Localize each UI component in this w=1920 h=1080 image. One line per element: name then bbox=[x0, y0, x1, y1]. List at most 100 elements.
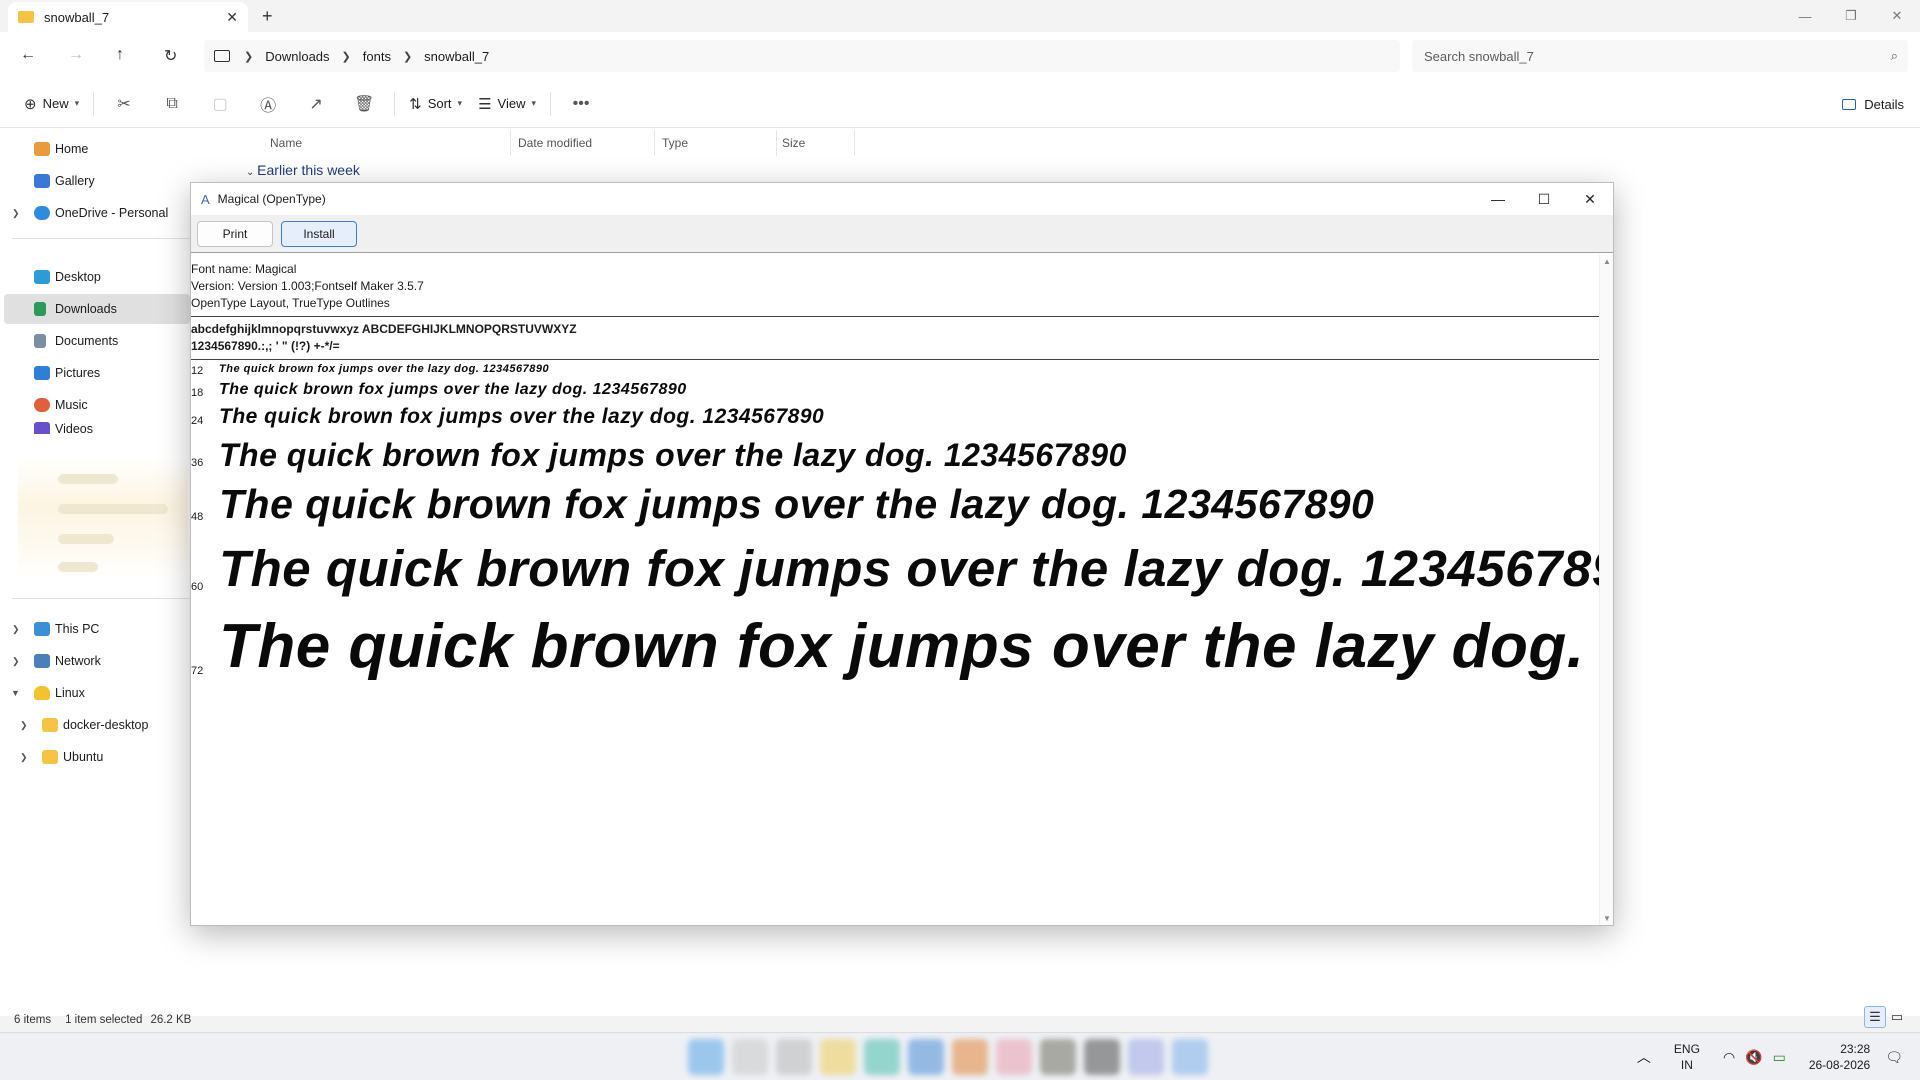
rename-button[interactable]: Ⓐ bbox=[244, 88, 292, 120]
view-button[interactable]: ☰ View ▾ bbox=[470, 88, 544, 120]
view-label: View bbox=[497, 96, 526, 111]
desktop-icon bbox=[34, 270, 50, 284]
close-window-button[interactable]: ✕ bbox=[1874, 0, 1920, 32]
sidebar-item-gallery[interactable]: Gallery bbox=[0, 166, 190, 196]
up-button[interactable]: ↑ bbox=[116, 46, 124, 64]
column-header-name[interactable]: Name bbox=[270, 132, 302, 154]
speaker-muted-icon[interactable]: 🔇 bbox=[1745, 1049, 1762, 1066]
maximize-button[interactable]: ☐ bbox=[1521, 183, 1567, 215]
region-code: IN bbox=[1680, 1058, 1693, 1072]
folder-icon[interactable] bbox=[820, 1039, 856, 1075]
font-viewer-window-controls: — ☐ ✕ bbox=[1475, 183, 1613, 215]
sidebar-item-pictures[interactable]: Pictures bbox=[0, 358, 190, 388]
app-icon[interactable] bbox=[996, 1039, 1032, 1075]
column-header-type[interactable]: Type bbox=[662, 132, 688, 154]
print-button[interactable]: Print bbox=[197, 221, 273, 247]
scroll-down-icon[interactable]: ▼ bbox=[1603, 914, 1611, 923]
chevron-right-icon: ❯ bbox=[341, 50, 351, 63]
start-icon[interactable] bbox=[688, 1039, 724, 1075]
sidebar-item-downloads[interactable]: Downloads bbox=[4, 294, 190, 324]
battery-icon[interactable]: ▭ bbox=[1773, 1049, 1786, 1066]
new-button[interactable]: ⊕ New ▾ bbox=[16, 88, 87, 120]
app-icon[interactable] bbox=[864, 1039, 900, 1075]
sample-text: The quick brown fox jumps over the lazy … bbox=[219, 437, 1127, 473]
language-indicator[interactable]: ENG IN bbox=[1674, 1041, 1700, 1073]
copy-button[interactable]: ⧉ bbox=[148, 88, 196, 120]
sidebar-item-network[interactable]: ❯ Network bbox=[0, 646, 190, 676]
app-icon[interactable] bbox=[1084, 1039, 1120, 1075]
sidebar-item-music[interactable]: Music bbox=[0, 390, 190, 420]
onedrive-icon bbox=[34, 206, 50, 220]
group-header[interactable]: ⌄ Earlier this week bbox=[246, 162, 360, 178]
clock[interactable]: 23:28 26-08-2026 bbox=[1809, 1041, 1870, 1073]
more-options-button[interactable]: ••• bbox=[557, 88, 605, 120]
breadcrumb-downloads[interactable]: Downloads bbox=[265, 49, 329, 64]
sidebar-item-label: This PC bbox=[55, 622, 100, 636]
search-input[interactable]: Search snowball_7 ⌕ bbox=[1412, 40, 1908, 72]
sample-size-label: 18 bbox=[191, 387, 204, 399]
sidebar-item-docker-desktop[interactable]: ❯ docker-desktop bbox=[0, 710, 190, 740]
blurred-pinned-folders bbox=[18, 458, 188, 578]
paste-button[interactable]: ▢ bbox=[196, 88, 244, 120]
minimize-button[interactable]: — bbox=[1782, 0, 1828, 32]
sample-row-18: 18 The quick brown fox jumps over the la… bbox=[191, 379, 1599, 403]
sidebar-item-label: Gallery bbox=[55, 174, 95, 188]
pictures-icon bbox=[34, 366, 50, 380]
sidebar-item-documents[interactable]: Documents bbox=[0, 326, 190, 356]
new-tab-button[interactable]: + bbox=[262, 6, 273, 27]
details-view-icon[interactable]: ☰ bbox=[1864, 1006, 1886, 1028]
sidebar-item-label: Home bbox=[55, 142, 89, 156]
scroll-up-icon[interactable]: ▲ bbox=[1603, 257, 1611, 266]
app-icon[interactable] bbox=[1128, 1039, 1164, 1075]
sidebar-item-ubuntu[interactable]: ❯ Ubuntu bbox=[0, 742, 190, 772]
gallery-icon bbox=[34, 174, 50, 188]
column-header-date-modified[interactable]: Date modified bbox=[518, 132, 592, 154]
explorer-tab[interactable]: snowball_7 ✕ bbox=[8, 2, 248, 32]
sidebar-item-desktop[interactable]: Desktop bbox=[0, 262, 190, 292]
cut-button[interactable]: ✂ bbox=[100, 88, 148, 120]
chevron-up-icon[interactable]: ︿ bbox=[1637, 1047, 1651, 1067]
back-button[interactable]: ← bbox=[20, 46, 36, 64]
minimize-button[interactable]: — bbox=[1475, 183, 1521, 215]
breadcrumb[interactable]: ❯ Downloads ❯ fonts ❯ snowball_7 bbox=[204, 40, 1400, 72]
chevron-down-icon: ▾ bbox=[74, 98, 80, 108]
app-icon[interactable] bbox=[776, 1039, 812, 1075]
tiles-view-icon[interactable]: ▭ bbox=[1886, 1006, 1908, 1028]
font-viewer-toolbar: Print Install bbox=[191, 215, 1613, 253]
blurred-item bbox=[58, 562, 98, 572]
charset-digits-symbols: 1234567890.:,; ' " (!?) +-*/= bbox=[191, 339, 340, 353]
sidebar-item-onedrive[interactable]: ❯ OneDrive - Personal bbox=[0, 198, 190, 228]
breadcrumb-snowball-7[interactable]: snowball_7 bbox=[424, 49, 489, 64]
breadcrumb-fonts[interactable]: fonts bbox=[363, 49, 391, 64]
divider bbox=[12, 238, 190, 239]
column-header-size[interactable]: Size bbox=[782, 132, 805, 154]
restore-button[interactable]: ❐ bbox=[1828, 0, 1874, 32]
app-icon[interactable] bbox=[908, 1039, 944, 1075]
sample-size-label: 48 bbox=[191, 511, 204, 523]
close-button[interactable]: ✕ bbox=[1567, 183, 1613, 215]
delete-button[interactable]: 🗑 bbox=[340, 88, 388, 120]
forward-button[interactable]: → bbox=[68, 46, 84, 64]
app-icon[interactable] bbox=[952, 1039, 988, 1075]
selection-count: 1 item selected bbox=[65, 1014, 143, 1026]
close-tab-icon[interactable]: ✕ bbox=[226, 9, 238, 26]
install-button[interactable]: Install bbox=[281, 221, 357, 247]
details-pane-button[interactable]: Details bbox=[1842, 88, 1904, 120]
sidebar-item-videos[interactable]: Videos bbox=[0, 420, 190, 434]
share-button[interactable]: ↗ bbox=[292, 88, 340, 120]
sidebar-item-home[interactable]: Home bbox=[0, 134, 190, 164]
sample-size-label: 36 bbox=[191, 457, 204, 469]
app-icon[interactable] bbox=[1040, 1039, 1076, 1075]
sidebar-item-this-pc[interactable]: ❯ This PC bbox=[0, 614, 190, 644]
search-icon[interactable] bbox=[732, 1039, 768, 1075]
sidebar-item-linux[interactable]: ▼ Linux bbox=[0, 678, 190, 708]
font-viewer-icon[interactable] bbox=[1172, 1039, 1208, 1075]
sort-button[interactable]: ⇅ Sort ▾ bbox=[401, 88, 470, 120]
column-divider bbox=[776, 130, 777, 156]
notification-icon[interactable]: 🗨 bbox=[1885, 1049, 1903, 1066]
wifi-icon[interactable]: ◠ bbox=[1723, 1049, 1735, 1066]
vertical-scrollbar[interactable]: ▲ ▼ bbox=[1599, 255, 1613, 925]
chevron-right-icon: ❯ bbox=[12, 623, 20, 634]
refresh-button[interactable]: ↻ bbox=[164, 46, 177, 66]
font-preview: Font name: Magical Version: Version 1.00… bbox=[191, 255, 1599, 925]
